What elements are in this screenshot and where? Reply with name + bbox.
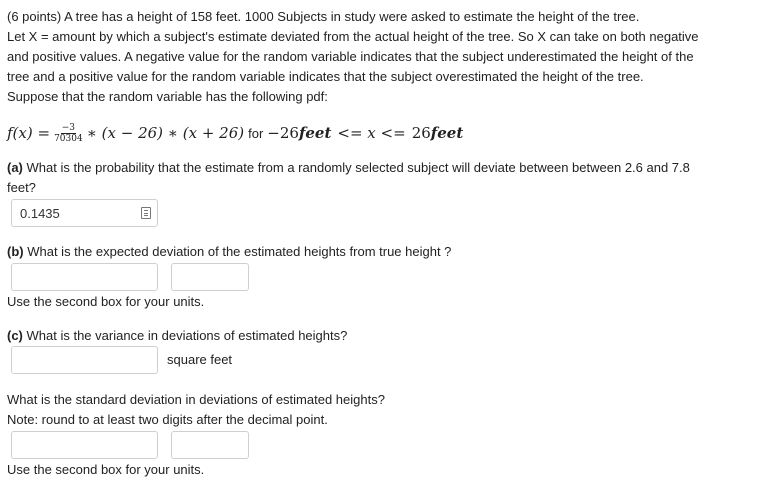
range-mid: <= x <= bbox=[337, 124, 406, 142]
part-a-text-cont: feet? bbox=[7, 180, 36, 195]
question-sd: What is the standard deviation in deviat… bbox=[7, 390, 385, 430]
part-a-label: (a) bbox=[7, 160, 23, 175]
intro-line: Let X = amount by which a subject's esti… bbox=[7, 29, 699, 44]
answer-input-sd[interactable] bbox=[11, 431, 158, 459]
intro-line: and positive values. A negative value fo… bbox=[7, 49, 694, 64]
part-c-label: (c) bbox=[7, 328, 23, 343]
range-end: 26 bbox=[411, 124, 431, 142]
intro-line: (6 points) A tree has a height of 158 fe… bbox=[7, 9, 640, 24]
intro-line: Suppose that the random variable has the… bbox=[7, 89, 328, 104]
preview-icon[interactable] bbox=[141, 207, 151, 219]
part-b-text: What is the expected deviation of the es… bbox=[23, 244, 452, 259]
answer-input-c[interactable] bbox=[11, 346, 158, 374]
pdf-formula: f(x) = −3 70304 ∗ (x − 26) ∗ (x + 26) fo… bbox=[7, 118, 463, 148]
range-unit: feet bbox=[430, 124, 464, 142]
formula-body: ∗ (x − 26) ∗ (x + 26) bbox=[86, 124, 245, 142]
units-note-sd: Use the second box for your units. bbox=[7, 462, 205, 477]
unit-input-sd[interactable] bbox=[171, 431, 249, 459]
unit-label-c: square feet bbox=[167, 352, 233, 367]
question-a: (a) What is the probability that the est… bbox=[7, 158, 767, 198]
part-c-text: What is the variance in deviations of es… bbox=[22, 328, 348, 343]
units-note-b: Use the second box for your units. bbox=[7, 294, 205, 309]
sd-text: What is the standard deviation in deviat… bbox=[7, 392, 385, 407]
range-unit: feet bbox=[298, 124, 332, 142]
unit-input-b[interactable] bbox=[171, 263, 249, 291]
range-start: −26 bbox=[267, 124, 299, 142]
answer-input-b[interactable] bbox=[11, 263, 158, 291]
answer-input-a[interactable]: 0.1435 bbox=[11, 199, 158, 227]
problem-statement: (6 points) A tree has a height of 158 fe… bbox=[7, 7, 767, 107]
intro-line: tree and a positive value for the random… bbox=[7, 69, 644, 84]
fraction-numerator: −3 bbox=[60, 122, 77, 134]
fraction-denominator: 70304 bbox=[54, 133, 83, 144]
answer-a-value: 0.1435 bbox=[20, 206, 60, 221]
question-c: (c) What is the variance in deviations o… bbox=[7, 326, 347, 346]
formula-for: for bbox=[248, 125, 264, 141]
question-b: (b) What is the expected deviation of th… bbox=[7, 242, 451, 262]
formula-lhs: f(x) = bbox=[7, 124, 51, 142]
formula-fraction: −3 70304 bbox=[54, 123, 83, 144]
sd-round-note: Note: round to at least two digits after… bbox=[7, 412, 328, 427]
part-a-text: What is the probability that the estimat… bbox=[22, 160, 690, 175]
part-b-label: (b) bbox=[7, 244, 24, 259]
